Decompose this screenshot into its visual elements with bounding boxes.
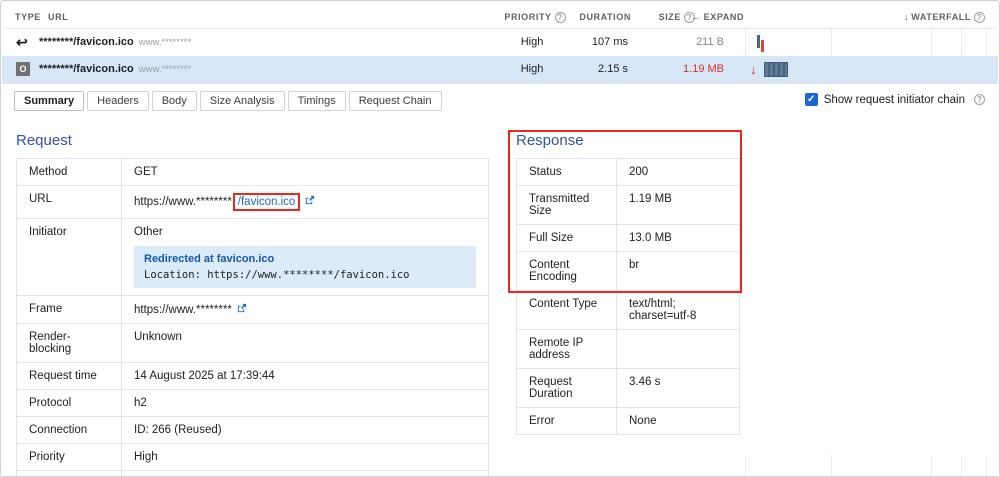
network-table-header: TYPE URL PRIORITY? DURATION SIZE? ← EXPAN… bbox=[5, 5, 995, 29]
column-header-url[interactable]: URL bbox=[48, 5, 68, 29]
request-row-redirect[interactable]: ↩ ********/favicon.ico www.******** High … bbox=[2, 29, 998, 56]
waterfall-gridline bbox=[986, 455, 987, 476]
external-link-icon[interactable] bbox=[304, 195, 315, 206]
tab-body[interactable]: Body bbox=[151, 91, 197, 111]
frame-url: https://www.******** bbox=[134, 304, 232, 316]
table-row: Method GET bbox=[17, 159, 488, 185]
toggle-label: Show request initiator chain bbox=[823, 93, 965, 106]
table-row: Connection ID: 266 (Reused) bbox=[17, 416, 488, 443]
table-row: Initiator Other Redirected at favicon.ic… bbox=[17, 218, 488, 295]
annotation-box-favicon: /favicon.ico bbox=[232, 193, 301, 211]
waterfall-gridline bbox=[745, 455, 746, 476]
response-details-table: Status 200 Transmitted Size 1.19 MB Full… bbox=[516, 158, 740, 435]
tab-size-analysis[interactable]: Size Analysis bbox=[199, 91, 285, 111]
request-section-title: Request bbox=[16, 132, 72, 149]
url-prefix: https://www.******** bbox=[134, 196, 232, 208]
favicon-link[interactable]: /favicon.ico bbox=[238, 196, 296, 208]
duration-cell: 2.15 s bbox=[598, 63, 628, 75]
tab-timings[interactable]: Timings bbox=[287, 91, 346, 111]
waterfall-bar bbox=[764, 62, 788, 77]
network-request-details-panel: TYPE URL PRIORITY? DURATION SIZE? ← EXPAN… bbox=[0, 0, 1000, 477]
table-row: Frame https://www.******** bbox=[17, 295, 488, 323]
tab-headers[interactable]: Headers bbox=[87, 91, 149, 111]
table-row: Content Type text/html; charset=utf-8 bbox=[517, 290, 739, 329]
redirect-location: Location: https://www.********/favicon.i… bbox=[144, 269, 410, 281]
tab-request-chain[interactable]: Request Chain bbox=[348, 91, 442, 111]
column-header-waterfall[interactable]: ↓ WATERFALL? bbox=[904, 5, 985, 30]
waterfall-bar bbox=[757, 35, 760, 48]
table-row: Request Duration 3.46 s bbox=[517, 368, 739, 407]
table-row: Status 200 bbox=[517, 159, 739, 185]
request-details-table: Method GET URL https://www.********/favi… bbox=[16, 158, 489, 476]
waterfall-sort-arrow-icon: ↓ bbox=[903, 12, 910, 23]
waterfall-gridline bbox=[831, 455, 832, 476]
redirect-info-box: Redirected at favicon.ico Location: http… bbox=[134, 246, 476, 288]
initiator-chain-toggle[interactable]: ✓ Show request initiator chain ? bbox=[804, 93, 985, 106]
waterfall-redirect-marker bbox=[761, 40, 764, 52]
table-row: URL https://www.********/favicon.ico bbox=[17, 185, 488, 218]
table-row: Remote IP address bbox=[517, 329, 739, 368]
tab-summary[interactable]: Summary bbox=[14, 91, 85, 111]
request-row-selected[interactable]: O ********/favicon.ico www.******** High … bbox=[2, 56, 998, 83]
table-row: Priority High bbox=[17, 443, 488, 470]
column-header-duration[interactable]: DURATION bbox=[561, 5, 631, 29]
table-row: Full Size 13.0 MB bbox=[517, 224, 739, 251]
table-row: Content Encoding br bbox=[517, 251, 739, 290]
waterfall-gridline bbox=[961, 455, 962, 476]
table-row: Protocol h2 bbox=[17, 389, 488, 416]
table-row: Render-blocking Unknown bbox=[17, 323, 488, 362]
request-url-cell: ********/favicon.ico www.******** bbox=[39, 36, 192, 48]
expand-button[interactable]: ← EXPAND bbox=[691, 5, 744, 30]
redirect-note[interactable]: Redirected at favicon.ico bbox=[144, 253, 466, 265]
checkbox-checked-icon[interactable]: ✓ bbox=[804, 93, 818, 106]
table-row: Error None bbox=[517, 407, 739, 434]
expand-arrow-icon: ← bbox=[691, 12, 702, 23]
column-header-type[interactable]: TYPE bbox=[15, 5, 41, 29]
response-section-title: Response bbox=[516, 132, 584, 149]
size-cell: 1.19 MB bbox=[683, 63, 724, 75]
reply-arrow-icon: ↩ bbox=[16, 34, 28, 50]
type-badge-icon: O bbox=[16, 56, 30, 83]
duration-cell: 107 ms bbox=[591, 36, 628, 48]
waterfall-gridline bbox=[931, 455, 932, 476]
table-row: Request Index 66 bbox=[17, 470, 488, 476]
rows-divider bbox=[2, 83, 998, 84]
table-row: Transmitted Size 1.19 MB bbox=[517, 185, 739, 224]
external-link-icon[interactable] bbox=[236, 303, 247, 314]
table-row: Request time 14 August 2025 at 17:39:44 bbox=[17, 362, 488, 389]
size-cell: 211 B bbox=[696, 36, 724, 48]
waterfall-help-icon[interactable]: ? bbox=[974, 12, 985, 24]
waterfall-redirect-arrow-icon: ↓ bbox=[750, 62, 757, 77]
initiator-type: Other bbox=[134, 226, 163, 238]
detail-tabs: Summary Headers Body Size Analysis Timin… bbox=[14, 91, 442, 111]
column-header-size[interactable]: SIZE? bbox=[645, 5, 695, 29]
request-url-cell: ********/favicon.ico www.******** bbox=[39, 63, 192, 75]
initiator-chain-help-icon[interactable]: ? bbox=[974, 94, 985, 105]
